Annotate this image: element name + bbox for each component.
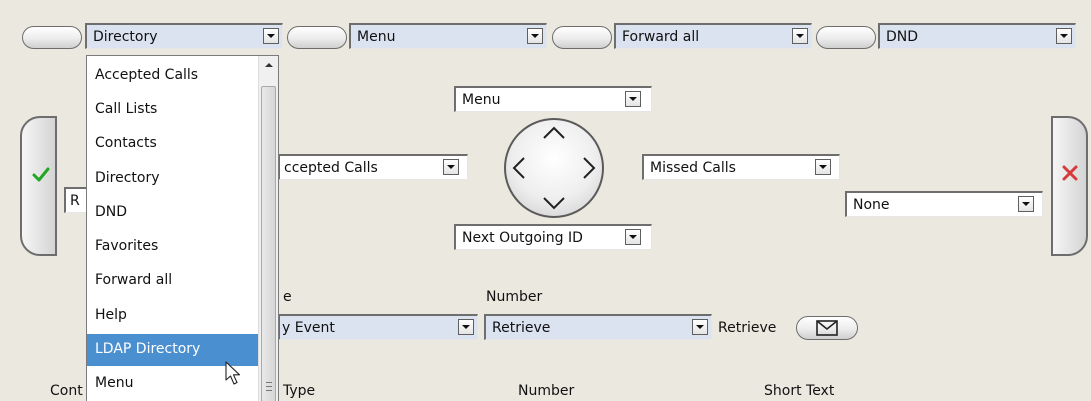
nav-up-select[interactable]: Menu — [454, 86, 652, 112]
envelope-icon — [816, 320, 838, 336]
dropdown-option[interactable]: Forward all — [87, 265, 259, 297]
mouse-pointer-icon — [225, 361, 241, 385]
table-header-partial: Cont — [50, 383, 83, 399]
check-icon — [32, 167, 50, 182]
chevron-down-icon[interactable] — [527, 28, 543, 44]
chevron-down-icon[interactable] — [263, 28, 279, 44]
grip-line — [266, 386, 272, 387]
table-header-type: Type — [283, 383, 316, 399]
line-key-2-select[interactable]: Menu — [349, 23, 547, 49]
dropdown-option[interactable]: Favorites — [87, 231, 259, 263]
number-header: Number — [486, 289, 543, 305]
chevron-down-icon[interactable] — [792, 28, 808, 44]
line-key-4-select[interactable]: DND — [878, 23, 1076, 49]
table-header-number: Number — [518, 383, 575, 399]
line-key-4-button[interactable] — [816, 26, 876, 49]
chevron-down-icon[interactable] — [625, 91, 641, 107]
chevron-down-icon[interactable] — [625, 229, 641, 245]
event-type-select-value: y Event — [282, 320, 335, 336]
nav-right-select-value: Missed Calls — [650, 160, 736, 176]
extra-select-value: None — [853, 197, 890, 213]
line-key-4-select-value: DND — [886, 29, 919, 45]
partial-field-text: R — [70, 193, 80, 209]
scrollbar-thumb[interactable] — [261, 86, 276, 401]
dropdown-option[interactable]: Directory — [87, 163, 259, 195]
event-type-header: e — [283, 289, 292, 305]
grip-line — [266, 390, 272, 391]
table-header-short-text: Short Text — [764, 383, 835, 399]
chevron-down-icon[interactable] — [443, 159, 459, 175]
chevron-down-icon[interactable] — [458, 319, 474, 335]
line-key-1-select[interactable]: Directory — [85, 23, 283, 49]
directory-dropdown-list[interactable]: Accepted Calls Call Lists Contacts Direc… — [86, 55, 279, 401]
line-key-1-select-value: Directory — [93, 29, 158, 45]
nav-down-select[interactable]: Next Outgoing ID — [454, 224, 652, 250]
line-key-3-button[interactable] — [552, 26, 612, 49]
retrieve-label: Retrieve — [718, 320, 777, 336]
nav-down-select-value: Next Outgoing ID — [462, 230, 583, 246]
line-key-2-button[interactable] — [287, 26, 347, 49]
grip-line — [266, 382, 272, 383]
nav-left-select[interactable]: ccepted Calls — [278, 154, 468, 180]
nav-left-select-value: ccepted Calls — [284, 160, 378, 176]
extra-select[interactable]: None — [845, 191, 1043, 217]
number-select-value: Retrieve — [492, 320, 551, 336]
dropdown-option[interactable]: Contacts — [87, 128, 259, 160]
line-key-3-select[interactable]: Forward all — [614, 23, 812, 49]
chevron-down-icon[interactable] — [1056, 28, 1072, 44]
line-key-3-select-value: Forward all — [622, 29, 700, 45]
dropdown-option[interactable]: Help — [87, 300, 259, 332]
x-icon — [1062, 165, 1078, 181]
scroll-up-arrow-icon[interactable] — [259, 56, 278, 74]
event-type-select[interactable]: y Event — [278, 314, 478, 340]
line-key-1-button[interactable] — [22, 26, 82, 49]
chevron-down-icon[interactable] — [692, 319, 708, 335]
dropdown-scrollbar[interactable] — [258, 56, 278, 401]
dropdown-option[interactable]: DND — [87, 197, 259, 229]
reject-button[interactable] — [1051, 116, 1088, 256]
line-key-2-select-value: Menu — [357, 29, 396, 45]
navigation-pad[interactable] — [504, 118, 604, 218]
nav-arrows-icon — [512, 126, 596, 210]
chevron-down-icon[interactable] — [1018, 196, 1034, 212]
retrieve-envelope-button[interactable] — [796, 316, 858, 340]
nav-up-select-value: Menu — [462, 92, 501, 108]
dropdown-option[interactable]: Call Lists — [87, 94, 259, 126]
chevron-down-icon[interactable] — [815, 159, 831, 175]
nav-right-select[interactable]: Missed Calls — [642, 154, 840, 180]
accept-button[interactable] — [20, 116, 57, 256]
dropdown-option[interactable]: Accepted Calls — [87, 60, 259, 92]
number-select[interactable]: Retrieve — [484, 314, 712, 340]
